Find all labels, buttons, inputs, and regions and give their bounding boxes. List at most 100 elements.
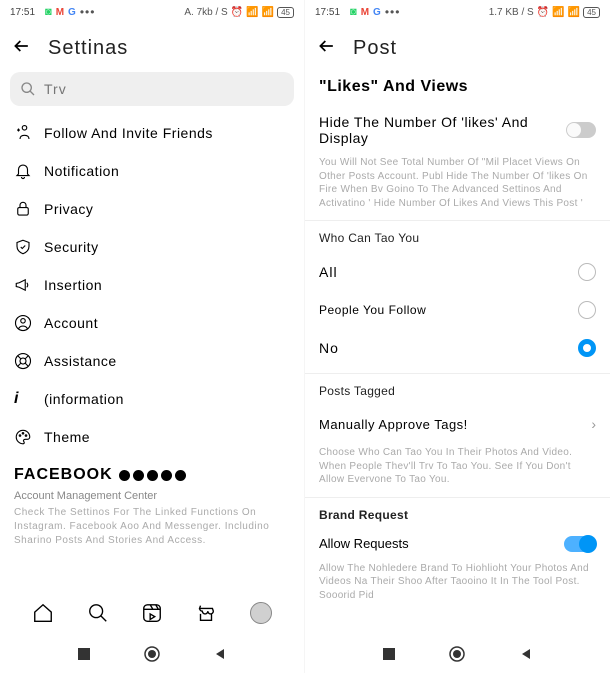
account-center-link[interactable]: Account Management Center <box>14 490 290 502</box>
battery-icon: 45 <box>277 7 294 18</box>
section-likes-views: "Likes" And Views <box>305 72 610 108</box>
wifi-icon: 📶 <box>262 7 274 18</box>
home-icon[interactable] <box>32 602 54 624</box>
net-speed: A. 7kb / S <box>184 7 227 18</box>
radio-icon <box>578 301 596 319</box>
manually-approve-row[interactable]: Manually Approve Tags! › <box>305 406 610 442</box>
who-can-tag-header: Who Can Tao You <box>305 221 610 253</box>
facebook-description: Check The Settinos For The Linked Functi… <box>14 506 290 548</box>
allow-requests-toggle[interactable] <box>564 536 596 552</box>
back-nav-button[interactable] <box>519 647 533 661</box>
shield-icon <box>14 238 32 256</box>
clock: 17:51 <box>10 7 35 18</box>
link-label: Manually Approve Tags! <box>319 417 468 432</box>
menu-privacy[interactable]: Privacy <box>14 190 290 228</box>
search-icon <box>20 81 36 97</box>
app-icon <box>175 470 186 481</box>
system-nav <box>305 635 610 673</box>
fb-icon <box>119 470 130 481</box>
reels-icon[interactable] <box>141 602 163 624</box>
chevron-right-icon: › <box>591 416 596 432</box>
facebook-section: FACEBOOK Account Management Center Check… <box>0 456 304 548</box>
info-icon: i <box>14 390 32 408</box>
more-notif-icon: ••• <box>385 5 401 19</box>
wa-icon <box>161 470 172 481</box>
menu-security[interactable]: Security <box>14 228 290 266</box>
allow-requests-row: Allow Requests <box>305 530 610 558</box>
gmail-icon: M <box>56 7 64 18</box>
recent-apps-button[interactable] <box>77 647 91 661</box>
clock: 17:51 <box>315 7 340 18</box>
ig-icon <box>147 470 158 481</box>
alarm-icon: ⏰ <box>537 7 549 18</box>
tag-option-no[interactable]: No <box>305 329 610 367</box>
status-right: 1.7 KB / S ⏰ 📶 📶 45 <box>489 7 600 18</box>
battery-icon: 45 <box>583 7 600 18</box>
google-icon: G <box>68 7 76 18</box>
back-button[interactable] <box>317 36 337 61</box>
page-title: Settinas <box>48 37 128 60</box>
home-button[interactable] <box>449 646 465 662</box>
menu-label: Account <box>44 315 98 331</box>
menu-label: Security <box>44 239 99 255</box>
alarm-icon: ⏰ <box>231 7 243 18</box>
bottom-nav <box>0 591 304 635</box>
tag-option-follow[interactable]: People You Follow <box>305 291 610 329</box>
radio-label: All <box>319 264 338 280</box>
back-nav-button[interactable] <box>213 647 227 661</box>
recent-apps-button[interactable] <box>382 647 396 661</box>
menu-assistance[interactable]: Assistance <box>14 342 290 380</box>
facebook-app-icons <box>119 470 186 481</box>
menu-label: Theme <box>44 429 90 445</box>
radio-label: People You Follow <box>319 303 426 317</box>
app-header: Post <box>305 24 610 72</box>
menu-insertion[interactable]: Insertion <box>14 266 290 304</box>
signal-icon: 📶 <box>552 7 564 18</box>
menu-label: (information <box>44 391 124 407</box>
system-nav <box>0 635 304 673</box>
back-button[interactable] <box>12 36 32 61</box>
menu-information[interactable]: i (information <box>14 380 290 418</box>
whatsapp-icon: ◙ <box>350 6 357 18</box>
menu-theme[interactable]: Theme <box>14 418 290 456</box>
status-bar: 17:51 ◙ M G ••• 1.7 KB / S ⏰ 📶 📶 45 <box>305 0 610 24</box>
wifi-icon: 📶 <box>568 7 580 18</box>
menu-label: Notification <box>44 163 119 179</box>
menu-label: Insertion <box>44 277 102 293</box>
tag-option-all[interactable]: All <box>305 253 610 291</box>
lock-icon <box>14 200 32 218</box>
home-button[interactable] <box>144 646 160 662</box>
search-nav-icon[interactable] <box>87 602 109 624</box>
gmail-icon: M <box>361 7 369 18</box>
search-field[interactable] <box>10 72 294 106</box>
menu-label: Follow And Invite Friends <box>44 125 213 141</box>
radio-icon <box>578 263 596 281</box>
palette-icon <box>14 428 32 446</box>
approve-description: Choose Who Can Tao You In Their Photos A… <box>305 442 610 497</box>
radio-selected-icon <box>578 339 596 357</box>
app-header: Settinas <box>0 24 304 72</box>
posts-tagged-header: Posts Tagged <box>305 374 610 406</box>
status-bar: 17:51 ◙ M G ••• A. 7kb / S ⏰ 📶 📶 45 <box>0 0 304 24</box>
menu-account[interactable]: Account <box>14 304 290 342</box>
search-input[interactable] <box>44 81 284 97</box>
add-person-icon <box>14 124 32 142</box>
status-right: A. 7kb / S ⏰ 📶 📶 45 <box>184 7 294 18</box>
menu-follow-invite[interactable]: Follow And Invite Friends <box>14 114 290 152</box>
hide-likes-label: Hide The Number Of 'likes' And Display <box>319 114 566 146</box>
menu-notifications[interactable]: Notification <box>14 152 290 190</box>
profile-icon[interactable] <box>250 602 272 624</box>
allow-requests-label: Allow Requests <box>319 536 409 551</box>
hide-likes-toggle[interactable] <box>566 122 596 138</box>
megaphone-icon <box>14 276 32 294</box>
brand-request-header: Brand Request <box>305 498 610 530</box>
signal-icon: 📶 <box>246 7 258 18</box>
messenger-icon <box>133 470 144 481</box>
status-left: 17:51 ◙ M G ••• <box>10 5 95 19</box>
hide-likes-row: Hide The Number Of 'likes' And Display <box>305 108 610 152</box>
shop-icon[interactable] <box>195 602 217 624</box>
page-title: Post <box>353 37 397 60</box>
radio-label: No <box>319 340 339 356</box>
google-icon: G <box>373 7 381 18</box>
hide-likes-description: You Will Not See Total Number Of "Mil Pl… <box>305 152 610 220</box>
